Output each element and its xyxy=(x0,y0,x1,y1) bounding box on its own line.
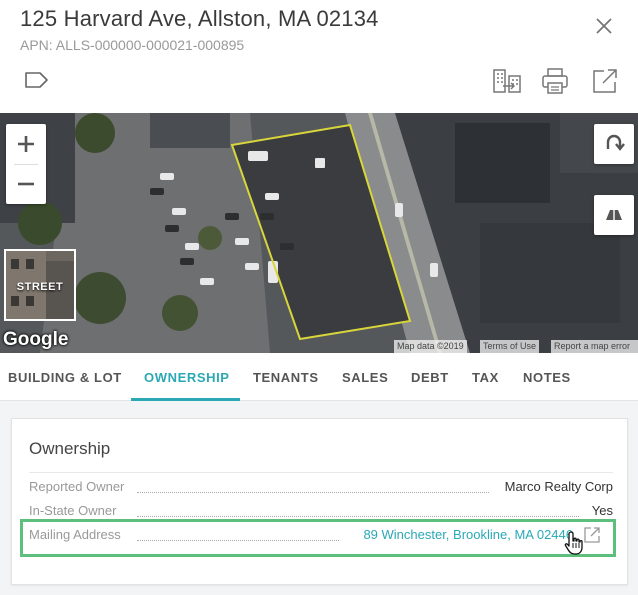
printer-icon[interactable] xyxy=(540,66,570,96)
aerial-map[interactable]: STREET xyxy=(0,113,638,353)
street-view-button[interactable]: STREET xyxy=(4,249,76,321)
ownership-card-title: Ownership xyxy=(29,439,111,458)
google-logo: Google xyxy=(3,329,69,350)
tab-sales[interactable]: SALES xyxy=(342,370,388,385)
hand-pointer-cursor-icon xyxy=(563,530,587,556)
tab-tenants[interactable]: TENANTS xyxy=(253,370,319,385)
map-data-attribution: Map data ©2019 xyxy=(394,340,467,353)
minus-icon xyxy=(18,182,34,186)
property-header: 125 Harvard Ave, Allston, MA 02134 APN: … xyxy=(0,0,638,113)
tilt-icon xyxy=(606,210,622,220)
ownership-card: Ownership Reported Owner Marco Realty Co… xyxy=(11,418,628,585)
tab-building-lot[interactable]: BUILDING & LOT xyxy=(8,370,122,385)
zoom-out-button[interactable] xyxy=(6,164,46,204)
apn-label: APN: ALLS-000000-000021-000895 xyxy=(20,37,245,53)
tab-notes[interactable]: NOTES xyxy=(523,370,571,385)
rotate-map-button[interactable] xyxy=(594,124,634,164)
plus-icon xyxy=(18,136,34,152)
in-state-owner-label: In-State Owner xyxy=(29,503,117,518)
reported-owner-row: Reported Owner Marco Realty Corp xyxy=(29,479,613,497)
tilt-map-button[interactable] xyxy=(594,195,634,235)
reported-owner-value: Marco Realty Corp xyxy=(504,479,613,494)
report-map-error-link[interactable]: Report a map error xyxy=(551,340,638,353)
row-leader-dots xyxy=(137,492,489,493)
external-link-icon[interactable] xyxy=(590,66,620,96)
mailing-address-highlight xyxy=(20,519,616,557)
zoom-controls xyxy=(6,124,46,204)
rotate-icon xyxy=(606,134,625,151)
reported-owner-label: Reported Owner xyxy=(29,479,125,494)
close-icon[interactable] xyxy=(592,14,616,38)
card-divider xyxy=(29,472,613,473)
terms-of-use-link[interactable]: Terms of Use xyxy=(480,340,540,353)
in-state-owner-value: Yes xyxy=(591,503,613,518)
tag-icon[interactable] xyxy=(24,70,50,90)
property-address-title: 125 Harvard Ave, Allston, MA 02134 xyxy=(20,6,379,31)
tab-tax[interactable]: TAX xyxy=(472,370,499,385)
compare-buildings-icon[interactable] xyxy=(492,66,522,96)
street-view-label: STREET xyxy=(16,281,64,293)
zoom-in-button[interactable] xyxy=(6,124,46,164)
property-tabs: BUILDING & LOT OWNERSHIP TENANTS SALES D… xyxy=(0,353,638,401)
aerial-imagery xyxy=(0,113,638,353)
row-leader-dots xyxy=(137,516,579,517)
tab-ownership[interactable]: OWNERSHIP xyxy=(144,370,230,385)
tab-debt[interactable]: DEBT xyxy=(411,370,449,385)
